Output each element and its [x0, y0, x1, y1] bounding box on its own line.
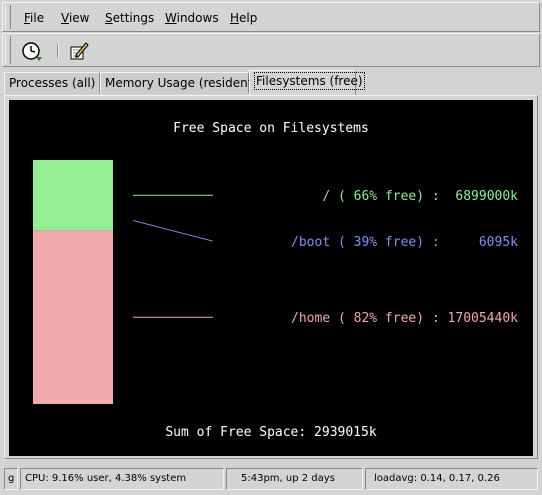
tab-filesystems[interactable]: Filesystems (free)	[249, 70, 365, 96]
status-cpu: CPU: 9.16% user, 4.38% system	[20, 468, 224, 490]
menu-help-mnemonic: H	[230, 11, 240, 25]
toolbar	[2, 33, 540, 67]
menubar-grip[interactable]	[5, 5, 11, 29]
tab-memory-usage[interactable]: Memory Usage (resident)	[100, 72, 257, 94]
tab-memory-usage-label: Memory Usage (resident)	[105, 76, 258, 90]
status-indicator: g	[4, 468, 18, 490]
menu-help-label: elp	[239, 11, 258, 25]
series-label-1: /boot ( 39% free) : 6095k	[291, 235, 518, 250]
tab-processes[interactable]: Processes (all)	[4, 72, 100, 94]
status-loadavg: loadavg: 0.14, 0.17, 0.26	[365, 468, 538, 490]
bar-segment-texture-2	[33, 230, 113, 404]
sum-free-space: Sum of Free Space: 2939015k	[165, 425, 376, 440]
series-label-0: / ( 66% free) : 6899000k	[322, 189, 518, 204]
menu-view-label: iew	[68, 11, 90, 25]
series-label-2: /home ( 82% free) : 17005440k	[291, 311, 518, 326]
leader-line-1	[132, 219, 214, 242]
menu-bar: File View Settings Windows Help	[2, 2, 540, 32]
stacked-bar	[33, 160, 113, 404]
menu-settings[interactable]: Settings	[105, 11, 154, 25]
menu-windows-label: indows	[176, 11, 219, 25]
status-uptime: 5:43pm, up 2 days	[226, 468, 363, 490]
menu-view[interactable]: View	[61, 11, 89, 25]
tab-processes-label: Processes (all)	[9, 76, 96, 90]
chart-title: Free Space on Filesystems	[173, 121, 369, 136]
menu-settings-label: ettings	[112, 11, 155, 25]
tab-panel: Free Space on Filesystems / ( 66% free) …	[4, 95, 538, 459]
refresh-button[interactable]	[19, 38, 45, 64]
menu-windows[interactable]: Windows	[165, 11, 219, 25]
menu-view-mnemonic: V	[61, 11, 69, 25]
menu-file[interactable]: File	[24, 11, 44, 25]
edit-pencil-icon	[70, 42, 89, 60]
filesystem-chart-svg: Free Space on Filesystems / ( 66% free) …	[33, 121, 518, 440]
toolbar-separator	[57, 44, 59, 58]
series-labels: / ( 66% free) : 6899000k/boot ( 39% free…	[132, 189, 518, 326]
status-bar: g CPU: 9.16% user, 4.38% system 5:43pm, …	[4, 468, 538, 490]
filesystem-chart: Free Space on Filesystems / ( 66% free) …	[9, 100, 533, 456]
bar-segment-texture-0	[33, 160, 113, 231]
menu-settings-mnemonic: S	[105, 11, 113, 25]
toolbar-grip[interactable]	[5, 36, 11, 64]
tab-filesystems-label: Filesystems (free)	[254, 72, 365, 90]
menu-windows-mnemonic: W	[165, 11, 177, 25]
menu-help[interactable]: Help	[230, 11, 257, 25]
edit-button[interactable]	[65, 38, 91, 64]
tab-bar: Processes (all) Memory Usage (resident) …	[4, 70, 538, 96]
menu-file-label: ile	[30, 11, 45, 25]
refresh-clock-icon	[22, 42, 42, 61]
